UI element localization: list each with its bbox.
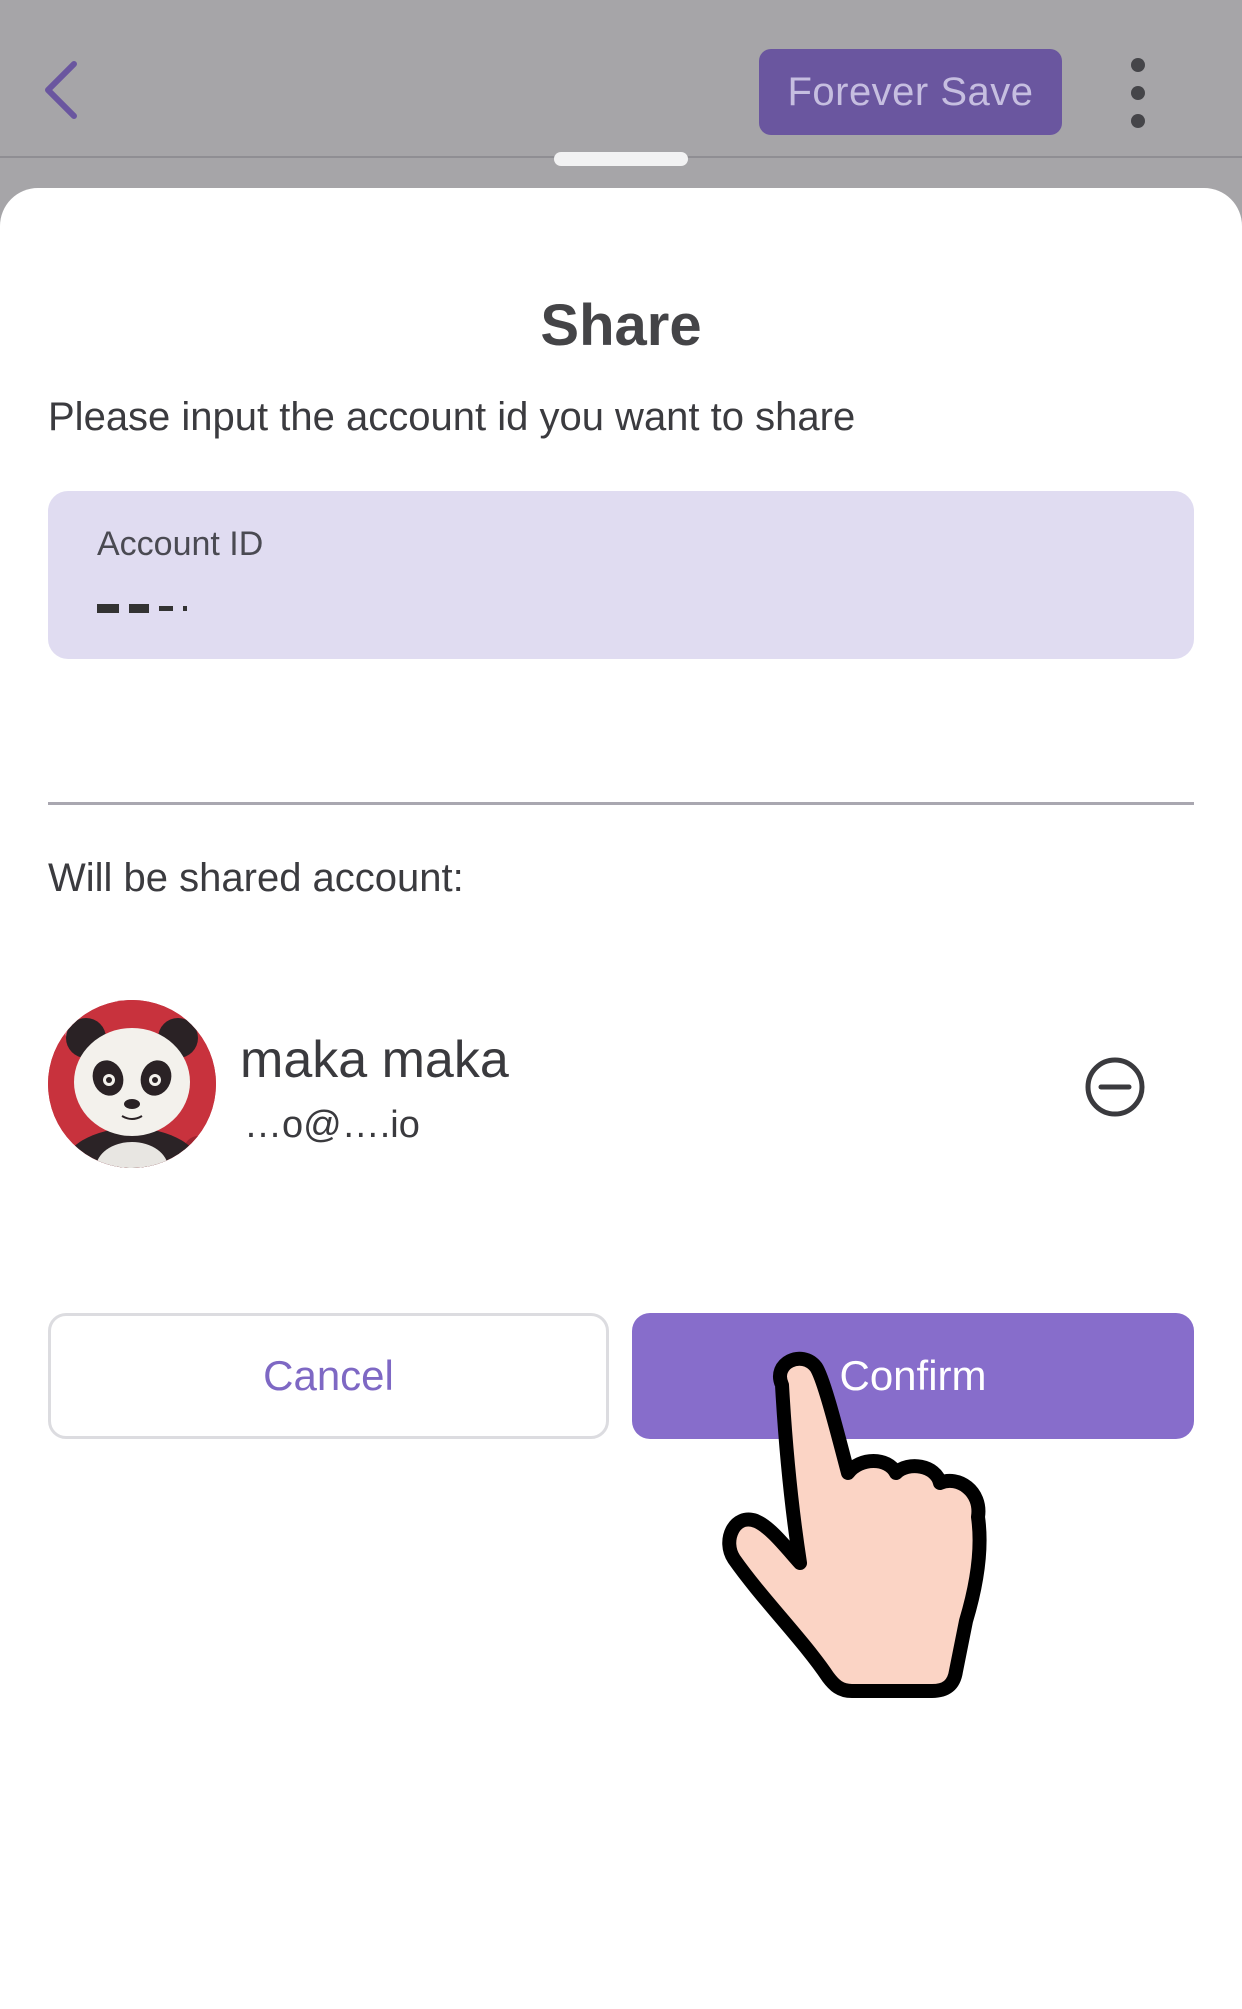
panda-avatar-image (48, 1000, 216, 1168)
back-button[interactable] (30, 52, 90, 128)
forever-save-button[interactable]: Forever Save (759, 49, 1062, 135)
avatar (48, 1000, 216, 1168)
cancel-label: Cancel (263, 1352, 394, 1399)
top-app-bar: Forever Save (0, 0, 1242, 158)
sheet-drag-handle[interactable] (554, 152, 688, 166)
chevron-left-icon (45, 61, 77, 119)
account-id-field[interactable]: Account ID (48, 491, 1194, 659)
account-id-value-redacted (97, 601, 187, 615)
dialog-prompt: Please input the account id you want to … (48, 395, 856, 439)
dialog-title: Share (540, 293, 702, 358)
account-id-label: Account ID (97, 525, 264, 563)
shared-account-label: Will be shared account: (48, 856, 464, 900)
hand-pointer-icon (722, 1351, 987, 1698)
forever-save-label: Forever Save (787, 69, 1034, 114)
remove-account-button[interactable] (1080, 1052, 1150, 1122)
cancel-button[interactable]: Cancel (48, 1313, 609, 1439)
shared-account-name: maka maka (240, 1031, 509, 1089)
shared-account-email: …o@….io (244, 1104, 420, 1146)
more-vertical-icon (1131, 58, 1145, 72)
divider (48, 802, 1194, 805)
more-options-button[interactable] (1116, 58, 1160, 128)
minus-circle-icon (1085, 1057, 1145, 1117)
